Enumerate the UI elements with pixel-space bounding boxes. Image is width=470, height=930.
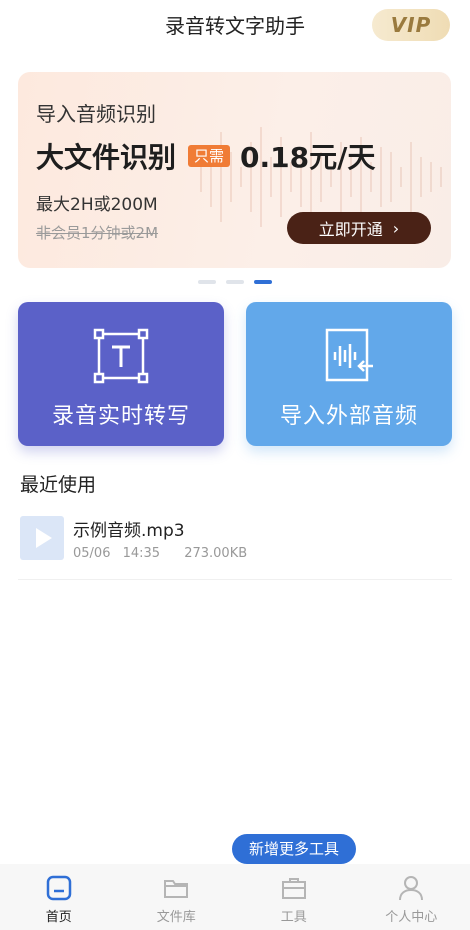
recent-file-time: 14:35 [122,546,161,561]
banner-non-member: 非会员1分钟或2M [36,224,159,242]
app-header: 录音转文字助手 VIP [0,0,470,52]
banner-subtitle: 导入音频识别 [36,102,156,126]
nav-files[interactable]: 文件库 [118,864,236,930]
import-audio-label: 导入外部音频 [279,404,418,429]
nav-tools-label: 工具 [280,910,307,925]
toolbox-icon [281,878,306,899]
carousel-dot-active[interactable] [254,280,272,284]
vip-button[interactable]: VIP [372,9,450,41]
nav-tools[interactable]: 工具 [235,864,353,930]
recent-file-meta: 05/06 14:35 273.00KB [73,546,255,561]
import-audio-card[interactable]: 导入外部音频 [246,302,452,446]
nav-profile[interactable]: 个人中心 [353,864,470,930]
nav-home-label: 首页 [45,910,72,925]
recent-section-title: 最近使用 [20,474,97,496]
activate-now-button[interactable]: 立即开通 › [287,212,431,244]
realtime-transcribe-label: 录音实时转写 [51,404,190,429]
home-icon [46,875,71,901]
import-audio-icon [325,328,373,382]
banner-limit: 最大2H或200M [36,195,158,215]
audio-file-icon [20,516,64,560]
recent-file-date: 05/06 [73,546,111,561]
carousel-dot[interactable] [198,280,216,284]
activate-now-label: 立即开通 [318,220,383,239]
price-tag: 只需 [188,145,231,167]
nav-home[interactable]: 首页 [0,864,118,930]
folder-icon [164,880,189,898]
banner-price: 0.18元/天 [240,141,376,174]
banner-headline: 大文件识别 [36,141,177,174]
carousel-indicator [0,280,470,284]
recent-file-size: 273.00KB [184,546,248,561]
realtime-transcribe-card[interactable]: 录音实时转写 [18,302,224,446]
nav-profile-label: 个人中心 [385,910,438,925]
nav-files-label: 文件库 [156,910,196,925]
bottom-nav: 首页 文件库 工具 个人中心 [0,864,470,930]
recent-file-name: 示例音频.mp3 [73,521,185,541]
user-icon [399,876,424,901]
chevron-right-icon: › [392,218,400,238]
text-frame-icon [93,328,149,384]
new-tools-tooltip[interactable]: 新增更多工具 [232,834,356,870]
promo-banner[interactable]: 导入音频识别 大文件识别 只需 0.18元/天 最大2H或200M 非会员1分钟… [18,72,451,268]
list-item[interactable]: 示例音频.mp3 05/06 14:35 273.00KB [18,510,452,580]
banner-headline-row: 大文件识别 只需 0.18元/天 [36,136,375,176]
carousel-dot[interactable] [226,280,244,284]
